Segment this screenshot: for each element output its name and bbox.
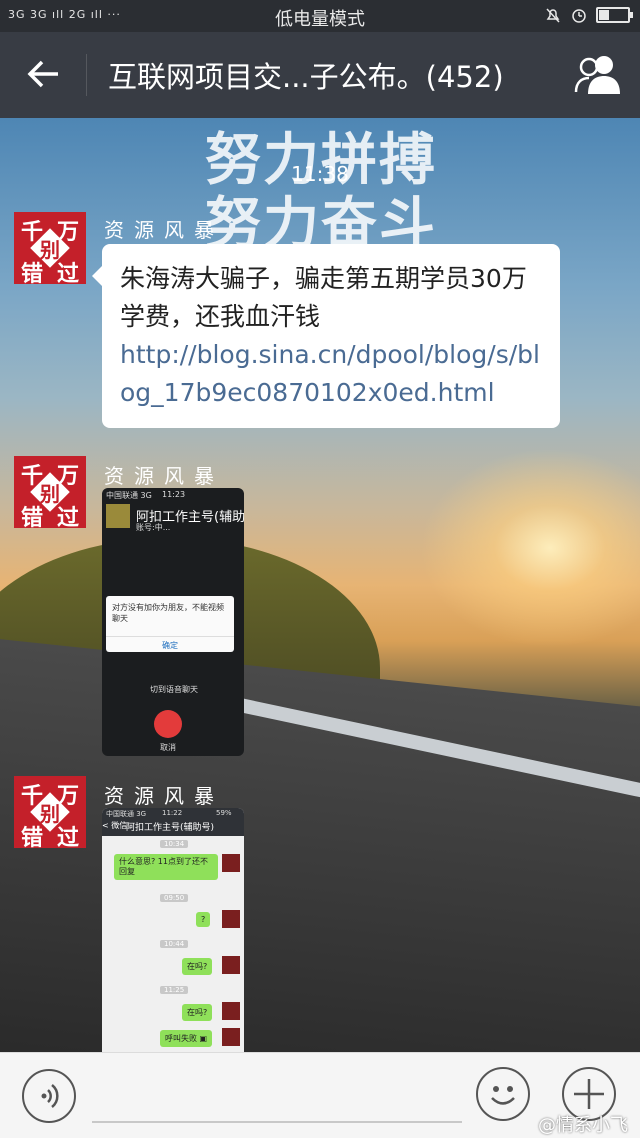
chat-area[interactable]: 努力拼搏 努力奋斗 11:38 千 万 别 错 过 资源风暴 朱海涛大骗子，骗走… [0, 118, 640, 1052]
header-divider [86, 54, 87, 96]
image-back: < 微信 [102, 821, 128, 830]
image-message[interactable]: 中国联通 3G 11:23 阿扣工作主号(辅助 账号:中... 对方没有加你为朋… [102, 488, 244, 756]
image-dialog: 对方没有加你为朋友，不能视频聊天 确定 [106, 596, 234, 652]
image-switch-label: 切到语音聊天 [150, 685, 198, 694]
chat-header: 互联网项目交...子公布。(452) [0, 32, 640, 118]
image-bubble: 呼叫失败 ▣ [160, 1030, 213, 1047]
avatar-char: 过 [56, 826, 79, 848]
image-avatar [222, 956, 240, 974]
image-contact-name: 阿扣工作主号(辅助号) [126, 823, 215, 833]
message-bubble[interactable]: 朱海涛大骗子，骗走第五期学员30万学费，还我血汗钱 http://blog.si… [92, 244, 560, 428]
chat-title: 互联网项目交...子公布。(452) [108, 60, 504, 94]
background-sun [420, 448, 640, 648]
mute-bell-icon [546, 8, 560, 23]
emoji-button[interactable] [476, 1067, 530, 1121]
image-message[interactable]: 中国联通 3G 11:22 59% < 微信 阿扣工作主号(辅助号) 10:34… [102, 808, 244, 1052]
message-link[interactable]: http://blog.sina.cn/dpool/blog/s/blog_17… [120, 336, 542, 412]
input-bar: @情系小飞 [0, 1052, 640, 1138]
group-members-icon[interactable] [574, 52, 622, 96]
image-carrier: 中国联通 3G [106, 810, 147, 818]
image-cancel-label: 取消 [160, 743, 176, 752]
image-stamp: 11:25 [160, 986, 189, 994]
avatar-char: 错 [20, 506, 43, 528]
avatar[interactable]: 千 万 别 错 过 [14, 456, 86, 528]
avatar[interactable]: 千 万 别 错 过 [14, 776, 86, 848]
image-avatar [222, 1028, 240, 1046]
image-avatar [222, 910, 240, 928]
avatar-char: 过 [56, 262, 79, 284]
image-bubble: 在吗? [182, 958, 213, 975]
image-stamp: 09:50 [160, 894, 189, 902]
message-input-field[interactable] [92, 1121, 462, 1123]
voice-input-button[interactable] [22, 1069, 76, 1123]
avatar-char: 过 [56, 506, 79, 528]
image-time: 11:22 [162, 809, 183, 817]
image-time: 11:23 [162, 490, 186, 499]
image-dialog-button: 确定 [106, 636, 234, 651]
battery-level [599, 10, 609, 20]
image-subtitle: 账号:中... [136, 523, 171, 532]
background-slogan: 努力拼搏 努力奋斗 [205, 128, 437, 256]
background-road [0, 630, 640, 1052]
image-stamp: 10:34 [160, 840, 189, 848]
sender-name: 资源风暴 [104, 784, 224, 808]
message-text: 朱海涛大骗子，骗走第五期学员30万学费，还我血汗钱 [120, 264, 527, 331]
image-avatar [222, 854, 240, 872]
image-bubble: 什么意思? 11点到了还不回复 [114, 854, 218, 880]
sender-name: 资源风暴 [104, 218, 224, 242]
battery-icon [596, 7, 633, 23]
image-dialog-text: 对方没有加你为朋友，不能视频聊天 [112, 603, 224, 623]
avatar[interactable]: 千 万 别 错 过 [14, 212, 86, 284]
voice-input-icon [41, 1084, 59, 1108]
back-arrow-icon[interactable] [24, 54, 64, 94]
status-right-icons [544, 6, 633, 24]
hang-up-icon [154, 710, 182, 738]
avatar-char: 错 [20, 826, 43, 848]
image-stamp: 10:44 [160, 940, 189, 948]
sender-name: 资源风暴 [104, 464, 224, 488]
image-contact-avatar [106, 504, 130, 528]
avatar-char: 错 [20, 262, 43, 284]
image-battery: 59% [216, 809, 232, 817]
image-bubble: 在吗? [182, 1004, 213, 1021]
watermark: @情系小飞 [538, 1115, 628, 1136]
alarm-icon [572, 9, 586, 23]
status-bar: 3G 3G ıll 2G ıll ··· 低电量模式 [0, 0, 640, 32]
image-avatar [222, 1002, 240, 1020]
emoji-icon [491, 1086, 515, 1105]
image-carrier: 中国联通 3G [106, 491, 152, 500]
message-timestamp: 11:38 [291, 162, 349, 186]
image-bubble: ? [196, 912, 211, 927]
